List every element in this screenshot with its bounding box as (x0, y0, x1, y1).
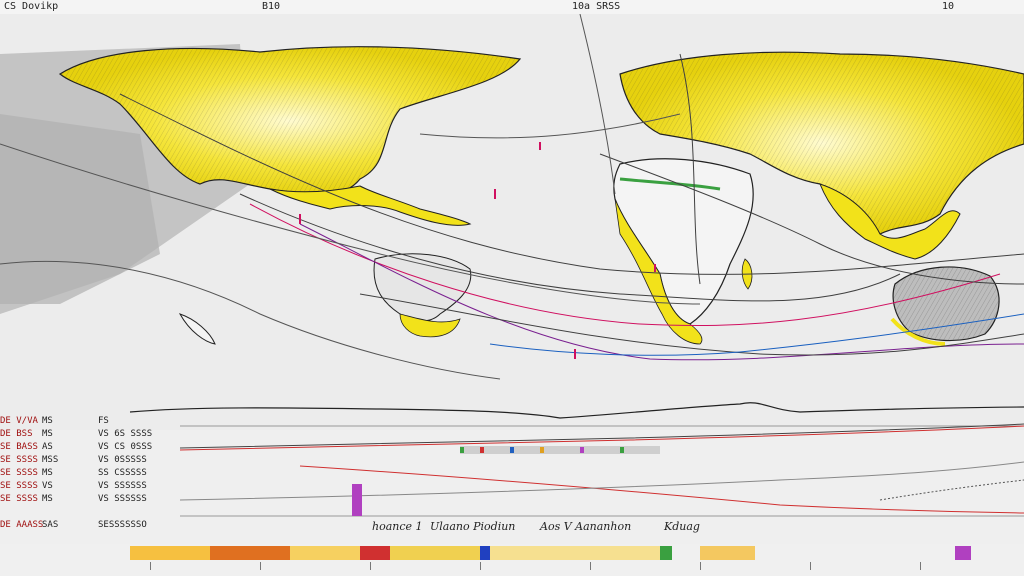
top-toolbar: CS Dovikp B10 10a SRSS 10 (0, 0, 1024, 15)
australia (892, 266, 1000, 342)
bottom-label-1: hoance 1 (372, 520, 423, 533)
bottom-label-3: Aos V Aananhon (540, 520, 632, 533)
bottom-label-4: Kduag (664, 520, 700, 533)
color-segment (130, 546, 210, 560)
elevation-profile[interactable] (180, 420, 1024, 520)
table-row: DE V/VA MS FS (0, 416, 109, 426)
table-row: SE SSSS MSS VS 0SSSSS (0, 455, 147, 465)
color-segment (490, 546, 660, 560)
legend-table: DE V/VA MS FS DE BSS MS VS 6S SSSS SE BA… (0, 415, 180, 535)
table-row: DE AAASS SAS SESSSSSSO (0, 520, 147, 530)
bottom-label-2: Ulaano Piodiun (430, 520, 516, 533)
color-segment (955, 546, 971, 560)
toolbar-title: CS Dovikp (4, 1, 59, 12)
color-segment (700, 546, 755, 560)
table-row: SE SSSS MS VS SSSSSS (0, 494, 147, 504)
color-segment (480, 546, 490, 560)
color-segment (660, 546, 672, 560)
toolbar-number: 10 (942, 1, 955, 12)
toolbar-info: 10a SRSS (572, 1, 621, 12)
bottom-color-scale (0, 544, 1024, 576)
color-segment (390, 546, 480, 560)
world-map[interactable] (0, 14, 1024, 430)
table-row: DE BSS MS VS 6S SSSS (0, 429, 153, 439)
table-row: SE BASS AS VS CS 0SSS (0, 442, 153, 452)
color-segment (210, 546, 290, 560)
toolbar-scale: B10 (262, 1, 281, 12)
table-row: SE SSSS VS VS SSSSSS (0, 481, 147, 491)
color-segment (290, 546, 360, 560)
color-segment (360, 546, 390, 560)
table-row: SE SSSS MS SS CSSSSS (0, 468, 147, 478)
